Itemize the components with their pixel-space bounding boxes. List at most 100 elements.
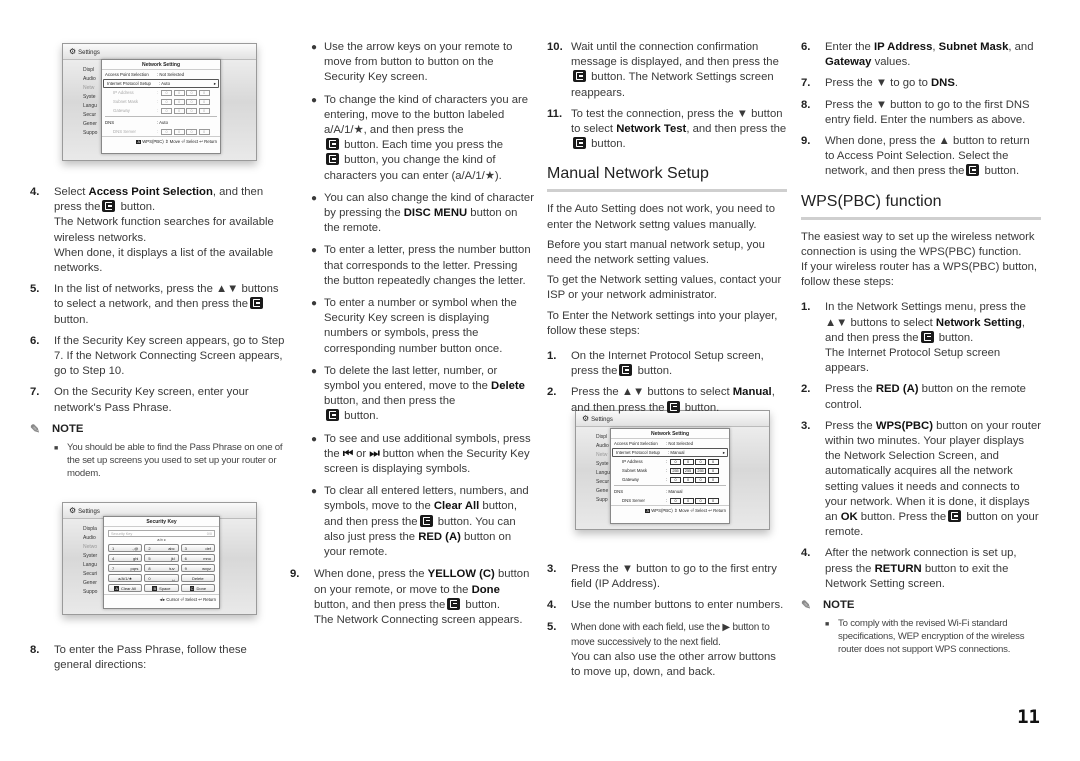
dns-row: DNS: Manual [614, 489, 683, 494]
enter-button-icon [966, 164, 980, 177]
step-6: 6. If the Security Key screen appears, g… [30, 334, 285, 378]
sidebar-item: Suppo [83, 130, 98, 136]
popup-footer: A WPS(PBC) ⇕ Move ⏎ Select ↩ Return [611, 505, 729, 516]
key-0[interactable]: 0 ␣ [144, 574, 179, 582]
key-7[interactable]: 7 pqrs [108, 564, 143, 572]
security-key-input[interactable]: Security Key 0/0 [108, 530, 215, 537]
paragraph: To Enter the Network settings into your … [547, 309, 778, 337]
key-9[interactable]: 9 wxyz [180, 564, 215, 572]
bullet-item: ● To clear all entered letters, numbers, … [311, 485, 529, 559]
popup-footer: A WPS(PBC) ⇕ Move ⏎ Select ↩ Return [102, 136, 220, 147]
sidebar-item: Audio [83, 76, 96, 82]
popup-footer: ◂/▸ Cursor ⏎ Select ↩ Return [104, 594, 219, 605]
sidebar-item: Syste [596, 461, 609, 467]
security-key-screen: ⚙ Settings Displa Audio Netwo Syster Lang… [62, 502, 257, 615]
key-4[interactable]: 4 ghi [108, 554, 143, 562]
wps-step-2: 2. Press the RED (A) button on the remot… [801, 383, 1026, 411]
divider [614, 485, 726, 486]
step-7: 7. Press the ▼ to go to DNS. [801, 77, 959, 90]
step-8: 8. To enter the Pass Phrase, follow thes… [30, 644, 247, 672]
column-4: 6. Enter the IP Address, Subnet Mask, an… [801, 40, 1041, 656]
key-space[interactable]: B Space [144, 584, 179, 592]
key-6[interactable]: 6 mno [180, 554, 215, 562]
step-5: 5. When done with each field, use the ▶ … [547, 620, 776, 679]
step-6: 6. Enter the IP Address, Subnet Mask, an… [801, 41, 1034, 69]
step-2: 2. Press the ▲▼ buttons to select Manual… [547, 386, 775, 414]
sidebar-item: Langu [596, 470, 610, 476]
enter-button-icon [250, 297, 264, 310]
bullet-item: ● To change the kind of characters you ar… [311, 93, 529, 182]
enter-button-icon [619, 364, 633, 377]
sidebar-item: Syster [83, 553, 98, 559]
sidebar-item: Netw [83, 85, 95, 91]
paragraph: Before you start manual network setup, y… [547, 238, 765, 267]
step-4: 4. Select Access Point Selection, and th… [30, 186, 274, 275]
bullet-item: ● You can also change the kind of charact… [311, 191, 534, 235]
enter-button-icon [326, 153, 339, 166]
sidebar-item: Gener [83, 580, 97, 586]
paragraph: To get the Network setting values, conta… [547, 274, 782, 302]
network-setting-screen-manual: ⚙ Settings Displ Audio Netw Syste Langu S… [575, 410, 770, 530]
enter-button-icon [666, 400, 680, 413]
key-1[interactable]: 1 .,@ [108, 544, 143, 552]
pencil-icon: ✎ [30, 421, 41, 436]
sidebar-item: Audio [83, 535, 96, 541]
sidebar-item: Netw [596, 452, 608, 458]
enter-button-icon [102, 200, 116, 213]
note-item: ■ To comply with the revised Wi-Fi standa… [825, 618, 1025, 656]
bullet-item: ● To see and use additional symbols, pres… [311, 432, 531, 476]
ip-setup-row: Internet Protocol Setup: Manual ▸ [612, 448, 728, 457]
gear-icon: ⚙ [69, 506, 77, 515]
sidebar-item: Langu [83, 562, 97, 568]
key-3[interactable]: 3 def [180, 544, 215, 552]
key-mode-toggle[interactable]: a/A/1/★ [108, 574, 143, 582]
key-delete[interactable]: Delete [180, 574, 215, 582]
sidebar-item: Gener [83, 121, 97, 127]
divider [105, 116, 217, 117]
sidebar-item: Syste [83, 94, 96, 100]
note-heading: ✎ NOTE [801, 598, 855, 613]
page-number: 11 [1017, 706, 1040, 728]
step-8: 8. Press the ▼ button to go to the first… [801, 98, 1030, 126]
step-4: 4. Use the number buttons to enter numbe… [547, 599, 784, 612]
section-heading-wps-pbc: WPS(PBC) function [801, 192, 1041, 220]
arrow-right-icon: ▸ [722, 449, 725, 455]
key-done[interactable]: C Done [180, 584, 215, 592]
note-heading: ✎ NOTE [30, 421, 84, 436]
step-5: 5. In the list of networks, press the ▲▼… [30, 283, 279, 326]
subnet-mask-row: Subnet Mask:255 255 255 0 [611, 466, 729, 475]
key-5[interactable]: 5 jkl [144, 554, 179, 562]
column-2: ● Use the arrow keys on your remote to mo… [290, 40, 535, 634]
key-2[interactable]: 2 abc [144, 544, 179, 552]
sidebar-item: Displ [83, 67, 95, 73]
key-clear-all[interactable]: A Clear All [108, 584, 143, 592]
sidebar-item: Displa [83, 526, 97, 532]
step-7: 7. On the Security Key screen, enter you… [30, 386, 249, 414]
keypad: 1 .,@ 2 abc 3 def 4 ghi 5 jkl 6 mno 7 pqrs 8 tuv… [104, 542, 219, 594]
wps-step-1: 1. In the Network Settings menu, press t… [801, 301, 1026, 375]
pencil-icon: ✎ [801, 598, 812, 613]
enter-button-icon [447, 597, 461, 610]
wps-step-4: 4. After the network connection is set u… [801, 547, 1017, 590]
key-8[interactable]: 8 tuv [144, 564, 179, 572]
popup-title: Security Key [104, 517, 219, 527]
enter-button-icon [573, 70, 586, 83]
gateway-row: Gateway:0 0 0 0 [611, 475, 729, 484]
sidebar-item: Gene [596, 488, 609, 494]
step-1: 1. On the Internet Protocol Setup screen… [547, 350, 764, 378]
gear-icon: ⚙ [69, 47, 77, 56]
column-1: 4. Select Access Point Selection, and th… [30, 185, 286, 480]
sidebar-item: Supp [596, 497, 608, 503]
step-3: 3. Press the ▼ button to go to the first… [547, 563, 777, 591]
skip-forward-icon: ⏭ [369, 447, 380, 460]
access-point-row: Access Point Selection: Not Selected [105, 72, 184, 77]
paragraph: If the Auto Setting does not work, you n… [547, 203, 775, 231]
sidebar-item: Securi [83, 571, 98, 577]
step-11: 11. To test the connection, press the ▼ … [547, 107, 787, 151]
wps-step-3: 3. Press the WPS(PBC) button on your rou… [801, 419, 1041, 539]
dns-server-row: DNS Server:0 0 0 0 [102, 127, 220, 136]
step-9: 9. When done, press the YELLOW (C) butto… [290, 568, 530, 626]
settings-sidebar: Displa Audio Netwo Syster Langu Securi G… [83, 525, 97, 597]
ip-address-row: IP Address:0 0 0 0 [102, 88, 220, 97]
ip-address-row: IP Address:0 0 0 0 [611, 457, 729, 466]
